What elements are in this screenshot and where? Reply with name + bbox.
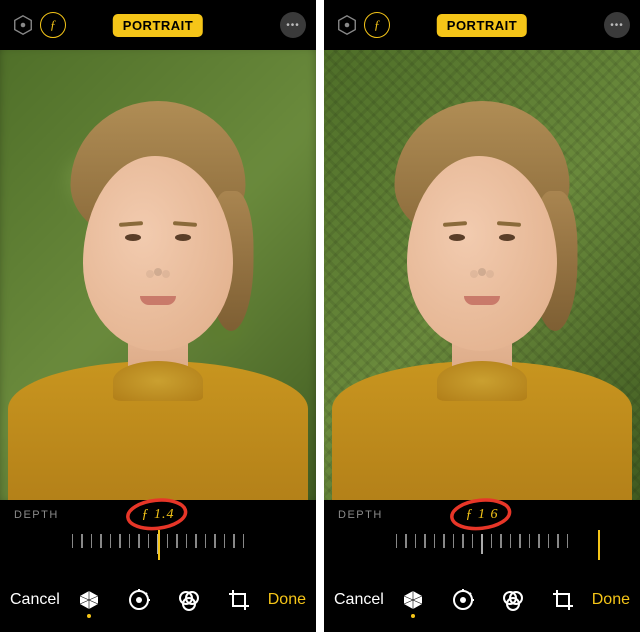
photo-subject <box>28 101 288 500</box>
aperture-value: ƒ 1 6 <box>466 507 499 523</box>
crop-rotate-icon[interactable] <box>548 582 578 618</box>
depth-readout: DEPTH ƒ 1 6 <box>324 500 640 530</box>
depth-label: DEPTH <box>338 509 383 521</box>
active-dot <box>87 614 91 618</box>
crop-rotate-icon[interactable] <box>224 582 254 618</box>
slider-needle <box>598 530 600 560</box>
adjust-dial-icon[interactable] <box>124 582 154 618</box>
hexagon-lighting-icon[interactable] <box>10 12 36 38</box>
phone-screen-right: ƒ PORTRAIT ••• DEPTH ƒ 1 6 <box>324 0 640 632</box>
cancel-button[interactable]: Cancel <box>334 591 384 609</box>
f-aperture-icon[interactable]: ƒ <box>40 12 66 38</box>
more-icon[interactable]: ••• <box>604 12 630 38</box>
photo-subject <box>352 101 612 500</box>
portrait-lighting-icon[interactable] <box>398 582 428 618</box>
slider-ticks <box>396 534 569 554</box>
filters-icon[interactable] <box>174 582 204 618</box>
depth-readout: DEPTH ƒ 1.4 <box>0 500 316 530</box>
slider-needle <box>158 530 160 560</box>
done-button[interactable]: Done <box>592 591 630 609</box>
f-aperture-icon[interactable]: ƒ <box>364 12 390 38</box>
hexagon-lighting-icon[interactable] <box>334 12 360 38</box>
mode-badge[interactable]: PORTRAIT <box>113 14 203 37</box>
mode-badge[interactable]: PORTRAIT <box>437 14 527 37</box>
cancel-button[interactable]: Cancel <box>10 591 60 609</box>
bottom-toolbar: Cancel Done <box>0 574 316 632</box>
aperture-value: ƒ 1.4 <box>142 507 175 523</box>
active-dot <box>411 614 415 618</box>
phone-screen-left: ƒ PORTRAIT ••• DEPTH ƒ 1.4 <box>0 0 316 632</box>
portrait-lighting-icon[interactable] <box>74 582 104 618</box>
photo-preview[interactable] <box>324 50 640 500</box>
adjust-dial-icon[interactable] <box>448 582 478 618</box>
depth-slider[interactable] <box>0 530 316 574</box>
top-bar: ƒ PORTRAIT ••• <box>324 0 640 50</box>
depth-label: DEPTH <box>14 509 59 521</box>
top-bar: ƒ PORTRAIT ••• <box>0 0 316 50</box>
more-icon[interactable]: ••• <box>280 12 306 38</box>
photo-preview[interactable] <box>0 50 316 500</box>
done-button[interactable]: Done <box>268 591 306 609</box>
filters-icon[interactable] <box>498 582 528 618</box>
bottom-toolbar: Cancel Done <box>324 574 640 632</box>
depth-slider[interactable] <box>324 530 640 574</box>
